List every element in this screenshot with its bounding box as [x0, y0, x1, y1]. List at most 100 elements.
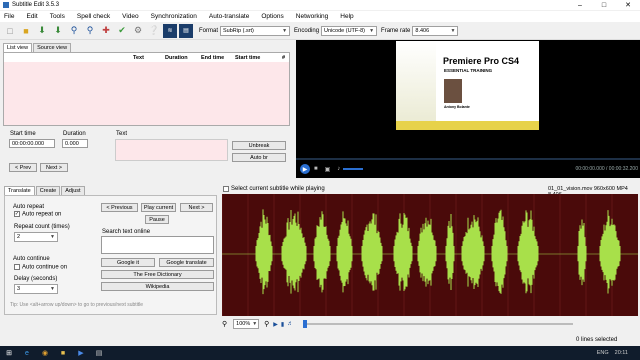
- col-number[interactable]: #: [282, 55, 285, 61]
- col-duration[interactable]: Duration: [165, 55, 188, 61]
- duration-input[interactable]: 0.000: [62, 139, 88, 148]
- save-as-icon[interactable]: ⬇: [51, 24, 65, 38]
- wikipedia-button[interactable]: Wikipedia: [101, 282, 214, 291]
- free-dictionary-button[interactable]: The Free Dictionary: [101, 270, 214, 279]
- menu-synchronization[interactable]: Synchronization: [151, 13, 197, 20]
- tab-source-view[interactable]: Source view: [33, 43, 72, 52]
- video-toggle-icon[interactable]: ▤: [179, 23, 193, 38]
- stop-icon[interactable]: ■: [314, 166, 318, 172]
- checkbox-empty-icon: [223, 186, 229, 192]
- video-position-track[interactable]: [296, 158, 640, 160]
- auto-br-button[interactable]: Auto br: [232, 153, 286, 162]
- author-name: Antony Bolante: [444, 105, 470, 109]
- menu-networking[interactable]: Networking: [296, 13, 329, 20]
- framerate-select[interactable]: 8.406 ▼: [412, 25, 459, 36]
- format-value: SubRip (.srt): [223, 27, 254, 34]
- bottom-tabs: Translate Create Adjust: [4, 186, 86, 195]
- delay-select[interactable]: 3 ▼: [14, 284, 58, 294]
- start-time-value: 00:00:00.000: [12, 140, 45, 147]
- encoding-select[interactable]: Unicode (UTF-8) ▼: [321, 25, 378, 36]
- repeat-count-select[interactable]: 2 ▼: [14, 232, 58, 242]
- new-file-icon[interactable]: □: [3, 24, 17, 38]
- encoding-value: Unicode (UTF-8): [324, 27, 365, 34]
- slider-thumb[interactable]: [303, 320, 308, 328]
- window-controls: – □ ✕: [568, 0, 640, 10]
- waveform-position-slider[interactable]: [303, 320, 574, 328]
- windows-start-icon[interactable]: ⊞: [5, 349, 13, 357]
- start-time-input[interactable]: 00:00:00.000: [9, 139, 55, 148]
- maximize-icon[interactable]: □: [592, 0, 616, 10]
- auto-continue-label: Auto continue on: [22, 264, 68, 271]
- waveform-controls: ⚲ 100% ▼ ⚲ ▶ ▮ ♬: [222, 318, 640, 330]
- title-bar: Subtitle Edit 3.5.3: [0, 0, 640, 10]
- subtitle-grid[interactable]: # Start time End time Duration Text: [3, 52, 290, 126]
- search-icon[interactable]: ⚲: [67, 24, 81, 38]
- menu-edit[interactable]: Edit: [26, 13, 37, 20]
- search-online-label: Search text online: [102, 229, 151, 235]
- play-current-button[interactable]: Play current: [141, 203, 176, 212]
- next-button-translate[interactable]: Next >: [180, 203, 213, 212]
- lines-selected-status: 0 lines selected: [576, 337, 618, 343]
- replace-icon[interactable]: ⚲: [83, 24, 97, 38]
- media-icon[interactable]: ▶: [77, 349, 85, 357]
- menu-auto-translate[interactable]: Auto-translate: [209, 13, 249, 20]
- spell-check-icon[interactable]: ✔: [115, 24, 129, 38]
- app-icon: [3, 2, 9, 8]
- col-start-time[interactable]: Start time: [235, 55, 260, 61]
- tab-translate[interactable]: Translate: [4, 186, 35, 195]
- volume-icon[interactable]: ♪: [337, 166, 340, 172]
- auto-repeat-checkbox[interactable]: ✓ Auto repeat on: [14, 211, 61, 218]
- menu-file[interactable]: File: [4, 13, 14, 20]
- tab-create[interactable]: Create: [35, 186, 61, 195]
- close-icon[interactable]: ✕: [616, 0, 640, 10]
- tab-adjust[interactable]: Adjust: [61, 186, 85, 195]
- settings-icon[interactable]: ⚙: [131, 24, 145, 38]
- split-icon[interactable]: ▮: [281, 321, 284, 328]
- audio-waveform[interactable]: [221, 194, 638, 316]
- subtitle-edit-taskbar-icon[interactable]: ▤: [95, 349, 103, 357]
- video-controls: ▶ ■ ▣ ♪ 00:00:00.000 / 00:00:32.200: [300, 163, 638, 175]
- fullscreen-icon[interactable]: ▣: [325, 166, 331, 173]
- previous-button[interactable]: < Previous: [101, 203, 138, 212]
- speed-icon[interactable]: ♬: [287, 321, 293, 327]
- search-text-input[interactable]: [101, 236, 214, 254]
- pause-button[interactable]: Pause: [145, 215, 169, 224]
- play-selection-icon[interactable]: ▶: [273, 321, 278, 328]
- slide-sidebar: [396, 41, 436, 130]
- google-translate-button[interactable]: Google translate: [159, 258, 214, 267]
- menu-bar: File Edit Tools Spell check Video Synchr…: [0, 11, 640, 22]
- menu-help[interactable]: Help: [340, 13, 353, 20]
- zoom-in-icon[interactable]: ⚲: [264, 320, 269, 328]
- format-select[interactable]: SubRip (.srt) ▼: [220, 25, 291, 36]
- auto-continue-checkbox[interactable]: Auto continue on: [14, 264, 67, 271]
- menu-spell-check[interactable]: Spell check: [77, 13, 110, 20]
- waveform-toggle-icon[interactable]: ≋: [163, 23, 177, 38]
- author-photo: [444, 79, 462, 103]
- tab-list-view[interactable]: List view: [3, 43, 33, 52]
- visual-sync-icon[interactable]: ✚: [99, 24, 113, 38]
- col-end-time[interactable]: End time: [201, 55, 224, 61]
- volume-slider[interactable]: [343, 168, 364, 170]
- menu-video[interactable]: Video: [122, 13, 139, 20]
- next-button[interactable]: Next >: [40, 163, 68, 172]
- menu-options[interactable]: Options: [261, 13, 283, 20]
- text-editor[interactable]: [115, 139, 228, 161]
- google-it-button[interactable]: Google it: [101, 258, 155, 267]
- col-text[interactable]: Text: [133, 55, 144, 61]
- ie-icon[interactable]: e: [23, 349, 31, 357]
- play-icon[interactable]: ▶: [300, 164, 310, 174]
- minimize-icon[interactable]: –: [568, 0, 592, 10]
- prev-button[interactable]: < Prev: [9, 163, 37, 172]
- help-icon[interactable]: ❔: [147, 24, 161, 38]
- open-folder-icon[interactable]: ■: [19, 24, 33, 38]
- zoom-out-icon[interactable]: ⚲: [222, 320, 227, 328]
- chrome-icon[interactable]: ◉: [41, 349, 49, 357]
- save-icon[interactable]: ⬇: [35, 24, 49, 38]
- select-current-checkbox[interactable]: Select current subtitle while playing: [223, 186, 325, 192]
- menu-tools[interactable]: Tools: [50, 13, 65, 20]
- framerate-value: 8.406: [415, 27, 430, 34]
- unbreak-button[interactable]: Unbreak: [232, 141, 286, 150]
- zoom-select[interactable]: 100% ▼: [233, 319, 260, 329]
- folder-icon[interactable]: ■: [59, 349, 67, 357]
- grid-body[interactable]: [4, 62, 289, 125]
